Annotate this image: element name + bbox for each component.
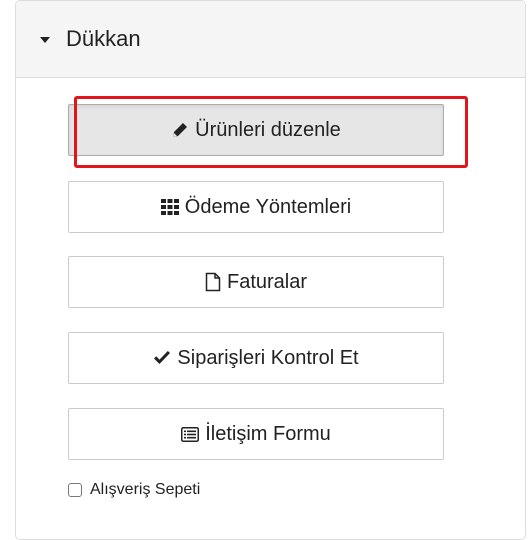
shopping-cart-option: Alışveriş Sepeti	[68, 481, 200, 499]
invoices-label: Faturalar	[226, 270, 308, 293]
panel-header[interactable]: Dükkan	[16, 1, 525, 78]
edit-products-button[interactable]: Ürünleri düzenle	[68, 104, 444, 156]
check-icon	[153, 350, 171, 366]
check-orders-label: Siparişleri Kontrol Et	[177, 346, 359, 369]
file-icon	[205, 272, 221, 292]
form-list-icon	[181, 426, 200, 442]
shopping-cart-checkbox[interactable]	[68, 483, 82, 497]
pencil-icon	[171, 121, 189, 139]
payment-methods-button[interactable]: Ödeme Yöntemleri	[68, 181, 444, 233]
contact-form-label: İletişim Formu	[205, 422, 331, 445]
contact-form-button[interactable]: İletişim Formu	[68, 408, 444, 460]
shopping-cart-label[interactable]: Alışveriş Sepeti	[90, 481, 200, 499]
edit-products-label: Ürünleri düzenle	[195, 118, 341, 141]
check-orders-button[interactable]: Siparişleri Kontrol Et	[68, 332, 444, 384]
invoices-button[interactable]: Faturalar	[68, 256, 444, 308]
caret-down-icon[interactable]	[40, 37, 50, 43]
payment-methods-label: Ödeme Yöntemleri	[184, 195, 352, 218]
panel-title: Dükkan	[66, 26, 141, 51]
grid-icon	[160, 199, 179, 215]
